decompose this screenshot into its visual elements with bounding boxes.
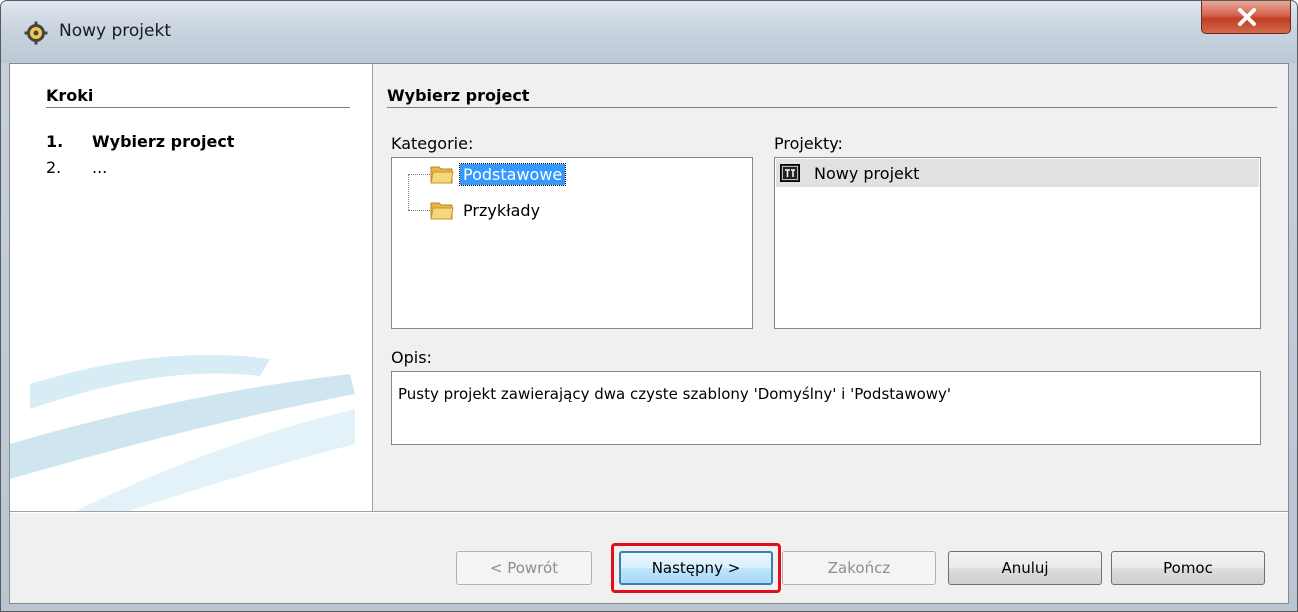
list-item-nowy-projekt[interactable]: Nowy projekt xyxy=(776,159,1259,187)
back-button[interactable]: < Powrót xyxy=(456,551,592,585)
list-item-label: Nowy projekt xyxy=(814,163,920,183)
tree-item-podstawowe[interactable]: Podstawowe xyxy=(430,160,567,188)
description-label: Opis: xyxy=(391,348,432,367)
description-text: Pusty projekt zawierający dwa czyste sza… xyxy=(398,385,952,403)
main-pane: Wybierz project Kategorie: Podstawowe Pr… xyxy=(373,64,1288,511)
projects-list[interactable]: Nowy projekt xyxy=(774,157,1261,329)
step-1: 1. Wybierz project xyxy=(46,132,234,151)
dialog-window: Nowy projekt Kroki 1. Wybierz project 2..… xyxy=(0,0,1298,612)
steps-heading: Kroki xyxy=(46,86,94,105)
page-title: Wybierz project xyxy=(387,86,530,105)
step-label: ... xyxy=(92,158,108,177)
title-bar[interactable]: Nowy projekt xyxy=(1,1,1297,63)
description-box[interactable]: Pusty projekt zawierający dwa czyste sza… xyxy=(391,371,1261,445)
steps-pane: Kroki 1. Wybierz project 2.... xyxy=(10,64,372,511)
tree-connector xyxy=(408,174,430,175)
button-bar-separator xyxy=(10,511,1288,513)
steps-divider xyxy=(46,107,350,108)
title-divider xyxy=(387,107,1277,108)
help-button[interactable]: Pomoc xyxy=(1111,551,1265,585)
close-button[interactable] xyxy=(1201,1,1291,34)
step-2: 2.... xyxy=(46,158,107,177)
finish-button[interactable]: Zakończ xyxy=(782,551,936,585)
dialog-client: Kroki 1. Wybierz project 2.... Wybierz pr… xyxy=(9,63,1289,604)
tree-item-przyklady[interactable]: Przykłady xyxy=(430,196,543,224)
gear-icon xyxy=(24,21,48,45)
cancel-button[interactable]: Anuluj xyxy=(948,551,1102,585)
decorative-swoosh xyxy=(10,354,355,511)
step-number: 1. xyxy=(46,132,64,151)
folder-icon xyxy=(430,202,454,220)
close-icon xyxy=(1238,8,1256,26)
step-number: 2. xyxy=(46,158,62,177)
tree-item-label: Podstawowe xyxy=(458,162,567,186)
tree-connector xyxy=(408,210,430,211)
tree-item-label: Przykłady xyxy=(463,200,541,220)
categories-tree[interactable]: Podstawowe Przykłady xyxy=(391,157,753,329)
folder-icon xyxy=(430,166,454,184)
step-label: Wybierz project xyxy=(92,132,235,151)
tsi-project-icon xyxy=(780,164,800,182)
window-title: Nowy projekt xyxy=(59,21,171,41)
categories-label: Kategorie: xyxy=(391,134,474,153)
projects-label: Projekty: xyxy=(774,134,843,153)
next-button[interactable]: Następny > xyxy=(619,551,773,585)
tree-connector xyxy=(408,174,409,210)
